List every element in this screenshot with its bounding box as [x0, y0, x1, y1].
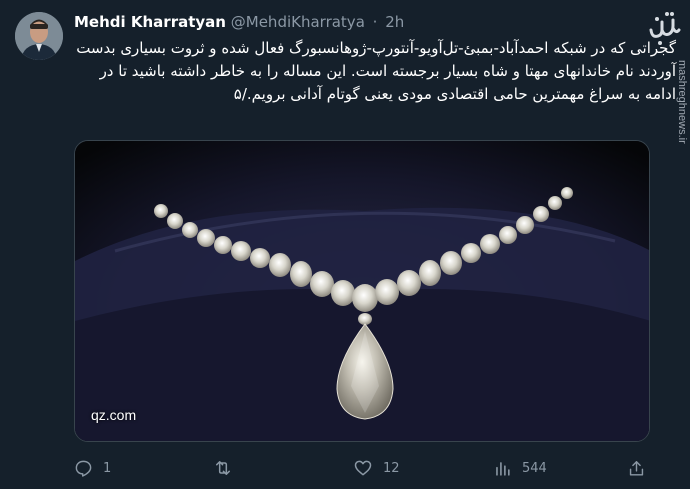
mashregh-logo [648, 8, 682, 48]
heart-icon [353, 458, 373, 478]
media-source-label: qz.com [91, 407, 137, 423]
reply-icon [74, 459, 93, 478]
views-count: 544 [522, 460, 547, 476]
user-handle[interactable]: @MehdiKharratya [231, 13, 365, 31]
separator-dot: · [372, 13, 378, 31]
reply-count: 1 [103, 460, 112, 476]
like-count: 12 [383, 460, 400, 476]
share-button[interactable] [627, 454, 646, 482]
tweet-actions: 1 12 544 [74, 454, 654, 482]
avatar[interactable] [15, 12, 63, 60]
display-name[interactable]: Mehdi Kharratyan [74, 13, 226, 31]
timestamp[interactable]: 2h [385, 13, 404, 31]
like-button[interactable]: 12 [353, 454, 400, 482]
views-button[interactable]: 544 [493, 454, 547, 482]
views-icon [493, 459, 512, 478]
tweet-text: گجراتی که در شبکه احمدآباد-بمبئ-تل‌آویو-… [76, 39, 676, 103]
tweet[interactable]: Mehdi Kharratyan @MehdiKharratya · 2h گج… [0, 0, 690, 489]
tweet-header: Mehdi Kharratyan @MehdiKharratya · 2h [74, 13, 404, 31]
share-icon [627, 459, 646, 478]
tweet-media-image[interactable]: qz.com [74, 140, 650, 442]
reply-button[interactable]: 1 [74, 454, 111, 482]
retweet-icon [213, 458, 233, 478]
watermark-url: mashreghnews.ir [676, 60, 688, 144]
retweet-button[interactable] [213, 454, 243, 482]
